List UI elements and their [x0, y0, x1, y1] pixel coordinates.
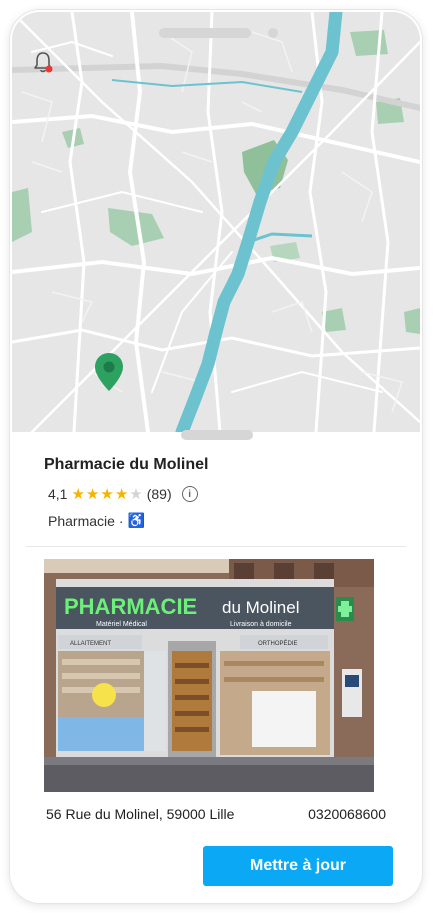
update-button[interactable]: Mettre à jour [203, 846, 393, 886]
rating-value: 4,1 [48, 486, 68, 502]
bell-icon[interactable] [32, 50, 54, 74]
phone-number[interactable]: 0320068600 [308, 806, 386, 822]
location-pin-icon[interactable] [94, 352, 124, 392]
star-full-icon: ★ [85, 485, 100, 503]
star-full-icon: ★ [100, 485, 114, 503]
panel-right-text: ORTHOPÉDIE [258, 640, 298, 647]
divider [26, 546, 406, 547]
panel-left-text: ALLAITEMENT [70, 641, 111, 647]
bottom-sheet-handle[interactable] [181, 430, 253, 440]
contact-row: 56 Rue du Molinel, 59000 Lille 032006860… [46, 806, 386, 822]
sign-main-text: PHARMACIE [64, 594, 197, 619]
storefront-photo[interactable]: PHARMACIE du Molinel Matériel Médical Li… [44, 559, 374, 792]
star-full-icon: ★ [114, 485, 129, 503]
speaker-notch [159, 28, 251, 38]
info-icon[interactable]: i [181, 486, 198, 502]
category-row: Pharmacie · ♿ [48, 512, 145, 529]
category-separator: · [118, 512, 124, 529]
place-category: Pharmacie [48, 512, 115, 529]
phone-frame: Pharmacie du Molinel 4,1 ★ ★ ★ ★ ★ (89) i Ph… [10, 10, 422, 903]
sign-sub-right: Livraison à domicile [230, 621, 292, 628]
sign-sub-left: Matériel Médical [96, 621, 147, 628]
place-name: Pharmacie du Molinel [44, 456, 209, 473]
sign-secondary-text: du Molinel [222, 598, 300, 617]
star-rating: ★ ★ ★ ★ ★ [71, 487, 142, 502]
map-canvas[interactable] [12, 12, 420, 432]
map-view[interactable] [12, 12, 420, 432]
front-camera [268, 28, 278, 38]
star-full-icon: ★ [71, 485, 85, 503]
wheelchair-icon: ♿ [127, 512, 146, 528]
address[interactable]: 56 Rue du Molinel, 59000 Lille [46, 806, 234, 822]
review-count[interactable]: (89) [147, 486, 172, 502]
star-empty-icon: ★ [129, 485, 143, 503]
rating-row: 4,1 ★ ★ ★ ★ ★ (89) i [48, 484, 198, 504]
